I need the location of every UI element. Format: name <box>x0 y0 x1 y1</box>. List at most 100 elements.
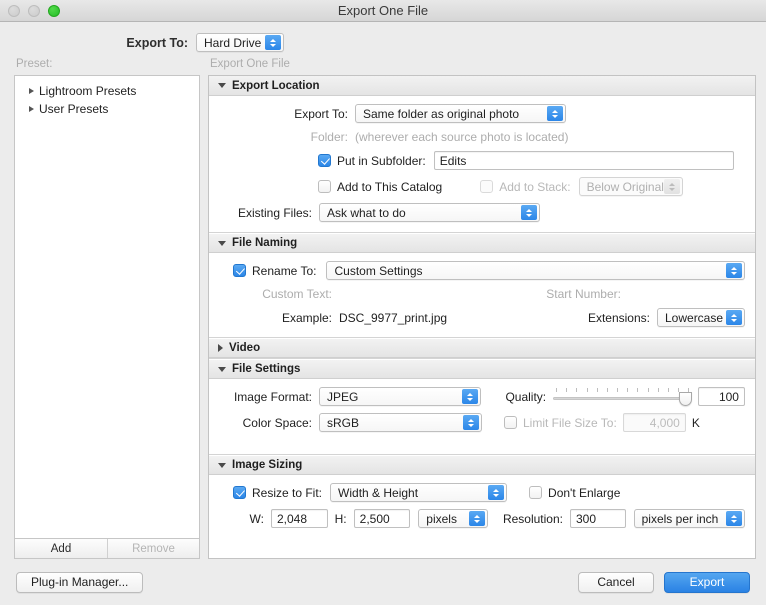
width-input[interactable]: 2,048 <box>271 509 328 528</box>
export-to-value: Same folder as original photo <box>363 106 520 121</box>
preset-group-label: User Presets <box>39 102 109 116</box>
limit-file-size-checkbox[interactable] <box>504 416 517 429</box>
dialog-footer: Plug-in Manager... Cancel Export <box>0 559 766 605</box>
rename-to-label: Rename To: <box>252 263 317 278</box>
disclosure-triangle-open-icon[interactable] <box>218 240 226 246</box>
export-button[interactable]: Export <box>664 571 750 593</box>
settings-pane: Export One File Export Location Export T… <box>200 58 756 559</box>
chevron-updown-icon <box>463 415 479 430</box>
zoom-window-icon[interactable] <box>48 5 60 17</box>
subfolder-name-value: Edits <box>439 153 467 168</box>
size-units-dropdown[interactable]: pixels <box>418 509 488 528</box>
section-header-file-naming[interactable]: File Naming <box>209 233 755 253</box>
resolution-label: Resolution: <box>502 511 563 526</box>
preset-list[interactable]: Lightroom Presets User Presets <box>14 75 200 538</box>
resize-to-fit-checkbox[interactable] <box>233 486 246 499</box>
cancel-button[interactable]: Cancel <box>578 571 654 593</box>
chevron-updown-icon <box>488 485 505 500</box>
dont-enlarge-checkbox-group[interactable]: Don't Enlarge <box>529 486 620 500</box>
disclosure-triangle-icon[interactable] <box>29 106 34 112</box>
rename-template-dropdown[interactable]: Custom Settings <box>326 261 745 280</box>
add-preset-button[interactable]: Add <box>15 539 107 558</box>
subfolder-name-input[interactable]: Edits <box>433 151 734 170</box>
disclosure-triangle-open-icon[interactable] <box>218 462 226 468</box>
chevron-updown-icon <box>265 35 281 50</box>
image-format-dropdown[interactable]: JPEG <box>319 387 482 406</box>
section-body-image-sizing: Resize to Fit: Width & Height Don't Enla… <box>209 475 755 538</box>
settings-panels-scroll[interactable]: Export Location Export To: Same folder a… <box>208 75 756 559</box>
resize-to-fit-checkbox-group[interactable]: Resize to Fit: <box>233 486 322 500</box>
export-destination-label: Export To: <box>126 35 188 50</box>
preset-actions: Add Remove <box>14 538 200 559</box>
add-to-catalog-checkbox[interactable] <box>318 180 331 193</box>
quality-slider[interactable] <box>553 387 693 406</box>
resolution-units-dropdown[interactable]: pixels per inch <box>633 509 745 528</box>
section-title: File Settings <box>232 363 301 375</box>
quality-slider-thumb[interactable] <box>679 392 693 406</box>
limit-file-size-unit: K <box>691 415 700 430</box>
chevron-updown-icon <box>521 205 537 220</box>
preset-pane-label: Preset: <box>16 58 53 70</box>
export-to-label: Export To: <box>294 106 348 121</box>
export-destination-value: Hard Drive <box>204 35 262 50</box>
section-header-image-sizing[interactable]: Image Sizing <box>209 455 755 475</box>
export-destination-dropdown[interactable]: Hard Drive <box>196 33 284 52</box>
section-title: Video <box>229 342 261 354</box>
quality-value-input[interactable]: 100 <box>698 387 745 406</box>
add-to-catalog-checkbox-group[interactable]: Add to This Catalog <box>318 180 442 194</box>
extensions-label: Extensions: <box>587 310 650 325</box>
resize-mode-dropdown[interactable]: Width & Height <box>330 483 508 502</box>
disclosure-triangle-open-icon[interactable] <box>218 83 226 88</box>
chevron-updown-icon <box>462 389 479 404</box>
disclosure-triangle-open-icon[interactable] <box>218 366 226 372</box>
export-to-dropdown[interactable]: Same folder as original photo <box>355 104 566 123</box>
height-label: H: <box>334 511 347 526</box>
custom-text-label: Custom Text: <box>262 287 332 301</box>
put-in-subfolder-label: Put in Subfolder: <box>337 153 426 168</box>
remove-preset-button: Remove <box>107 539 199 558</box>
section-title: Export Location <box>232 79 320 92</box>
section-header-export-location[interactable]: Export Location <box>209 76 755 96</box>
preset-group-user-presets[interactable]: User Presets <box>15 100 199 118</box>
rename-to-row: Rename To: Custom Settings <box>209 261 745 280</box>
chevron-updown-icon <box>547 106 563 121</box>
put-in-subfolder-checkbox-group[interactable]: Put in Subfolder: <box>318 154 426 168</box>
quality-slider-track[interactable] <box>553 397 693 400</box>
section-header-video[interactable]: Video <box>209 338 755 358</box>
section-body-file-naming: Rename To: Custom Settings Custom Text: … <box>209 253 755 338</box>
put-in-subfolder-checkbox[interactable] <box>318 154 331 167</box>
disclosure-triangle-icon[interactable] <box>29 88 34 94</box>
rename-to-checkbox[interactable] <box>233 264 246 277</box>
rename-to-checkbox-group[interactable]: Rename To: <box>233 264 316 278</box>
resize-mode-value: Width & Height <box>338 485 419 500</box>
minimize-window-icon[interactable] <box>28 5 40 17</box>
resolution-units-value: pixels per inch <box>641 511 719 526</box>
color-space-row: Color Space: sRGB Limit File Size To: 4,… <box>209 413 745 432</box>
height-value: 2,500 <box>359 511 390 526</box>
color-space-dropdown[interactable]: sRGB <box>319 413 482 432</box>
dimensions-row: W: 2,048 H: 2,500 pixels Resolution: 300… <box>209 509 745 528</box>
close-window-icon[interactable] <box>8 5 20 17</box>
limit-file-size-checkbox-group[interactable]: Limit File Size To: <box>504 416 617 430</box>
chevron-updown-icon <box>726 263 742 278</box>
window-titlebar: Export One File <box>0 0 766 22</box>
limit-file-size-input: 4,000 <box>622 413 686 432</box>
existing-files-dropdown[interactable]: Ask what to do <box>319 203 540 222</box>
preset-group-lightroom-presets[interactable]: Lightroom Presets <box>15 82 199 100</box>
plugin-manager-button[interactable]: Plug-in Manager... <box>16 571 144 593</box>
height-input[interactable]: 2,500 <box>353 509 411 528</box>
stack-position-value: Below Original <box>586 179 664 194</box>
chevron-updown-icon <box>468 511 485 526</box>
chevron-updown-icon <box>663 179 680 194</box>
resolution-input[interactable]: 300 <box>569 509 626 528</box>
image-format-row: Image Format: JPEG Quality: 100 <box>209 387 745 406</box>
section-header-file-settings[interactable]: File Settings <box>209 359 755 379</box>
color-space-label: Color Space: <box>242 415 312 430</box>
extensions-dropdown[interactable]: Lowercase <box>657 308 745 327</box>
disclosure-triangle-closed-icon[interactable] <box>218 344 223 352</box>
example-row: Example: DSC_9977_print.jpg Extensions: … <box>209 308 745 327</box>
limit-file-size-value: 4,000 <box>649 415 680 430</box>
resize-to-fit-label: Resize to Fit: <box>252 485 323 500</box>
dont-enlarge-checkbox[interactable] <box>529 486 543 499</box>
dont-enlarge-label: Don't Enlarge <box>548 485 621 500</box>
